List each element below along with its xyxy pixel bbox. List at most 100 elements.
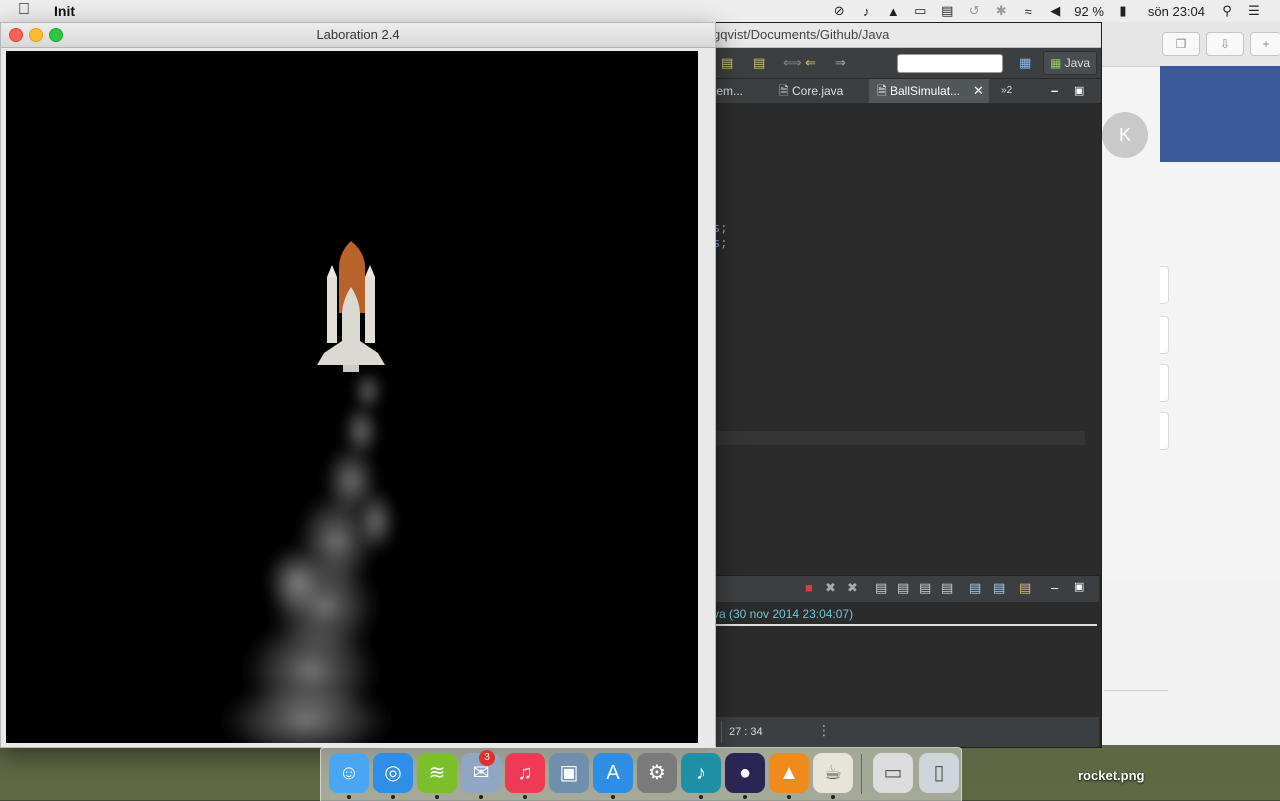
safari-icon[interactable]: ◎ — [373, 753, 413, 793]
desktop-file-label[interactable]: rocket.png — [1078, 768, 1144, 783]
annotation-icon[interactable]: ▤ — [753, 55, 765, 71]
tab-overflow[interactable]: »2 — [993, 79, 1020, 103]
dock: ☺ ◎ ≋ ✉ 3 ♫ ▣ A ⚙ ♪ ● ▲ ☕ ▭ ▯ — [320, 747, 962, 801]
memory-icon[interactable]: ▤ — [939, 3, 955, 19]
display-console-icon[interactable]: ▤ — [969, 580, 981, 596]
app-store-icon[interactable]: A — [593, 753, 633, 793]
itunes-icon[interactable]: ♫ — [505, 753, 545, 793]
editor-tabs: tem... 🗎 Core.java 🗎 BallSimulat... ✕ »2… — [701, 79, 1101, 104]
minimize-window-button[interactable] — [29, 28, 43, 42]
avatar[interactable]: K — [1102, 112, 1148, 158]
eclipse-title-path: gqvist/Documents/Github/Java — [701, 23, 1101, 48]
remove-all-launches-icon[interactable]: ✖ — [847, 580, 858, 596]
java-perspective-button[interactable]: ▦ Java — [1042, 51, 1097, 75]
browser-window: ❐ ⇩ + K — [1100, 22, 1280, 580]
zoom-window-button[interactable] — [49, 28, 63, 42]
eclipse-window: gqvist/Documents/Github/Java ▤ ▤ ⟺ ⇐ ⇒ ▦… — [700, 22, 1102, 748]
pin-console-icon[interactable]: ▤ — [941, 580, 953, 596]
clear-console-icon[interactable]: ▤ — [875, 580, 887, 596]
browser-widget[interactable] — [1160, 316, 1169, 354]
word-wrap-icon[interactable]: ▤ — [919, 580, 931, 596]
browser-tab-bar: ❐ ⇩ + — [1100, 22, 1280, 67]
smoke-plume — [211, 369, 401, 743]
java-perspective-icon: ▦ — [1049, 56, 1062, 70]
browser-widget[interactable] — [1160, 412, 1169, 450]
tab-core-java[interactable]: 🗎 Core.java — [771, 79, 851, 103]
console-toolbar: ■ ✖ ✖ ▤ ▤ ▤ ▤ ▤ ▤ ▤ – ▣ — [701, 575, 1099, 603]
wifi-icon[interactable]: ≈ — [1020, 4, 1036, 19]
tab-ballsimulat[interactable]: 🗎 BallSimulat... — [869, 79, 989, 103]
running-indicator — [611, 795, 615, 799]
maximize-console-icon[interactable]: ▣ — [1074, 580, 1084, 593]
vlc-icon[interactable]: ▲ — [769, 753, 809, 793]
dock-separator — [861, 754, 862, 794]
music-note-icon[interactable]: ♪ — [858, 4, 874, 19]
java-file-icon: 🗎 — [877, 84, 887, 98]
running-indicator — [347, 795, 351, 799]
maximize-editor-icon[interactable]: ▣ — [1074, 79, 1084, 103]
volume-icon[interactable]: ◀ — [1047, 3, 1063, 19]
laboration-window: Laboration 2.4 — [0, 22, 716, 748]
music-helper-icon[interactable]: ♪ — [681, 753, 721, 793]
spotify-icon[interactable]: ≋ — [417, 753, 457, 793]
eclipse-icon[interactable]: ● — [725, 753, 765, 793]
back-history-icon[interactable]: ⟺ — [783, 55, 802, 71]
downloads-stack-icon[interactable]: ▭ — [873, 753, 913, 793]
remove-launch-icon[interactable]: ✖ — [825, 580, 836, 596]
iphoto-icon[interactable]: ▣ — [549, 753, 589, 793]
battery-icon[interactable]: ▮ — [1115, 3, 1131, 19]
back-arrow-icon[interactable]: ⇐ — [805, 55, 816, 71]
running-indicator — [743, 795, 747, 799]
menu-bar:  Init ⊘ ♪ ▲ ▭ ▤ ↺ ✱ ≈ ◀ 92 % ▮ sön 23:0… — [0, 0, 1280, 23]
battery-percent[interactable]: 92 % — [1074, 4, 1104, 19]
minimize-editor-icon[interactable]: – — [1051, 79, 1058, 103]
running-indicator — [831, 795, 835, 799]
space-shuttle — [317, 241, 385, 372]
console-view[interactable]: va (30 nov 2014 23:04:07) — [701, 602, 1099, 716]
browser-lower-area — [1100, 580, 1280, 745]
open-file-icon[interactable]: ▤ — [721, 55, 733, 71]
spotlight-icon[interactable]: ⚲ — [1219, 3, 1235, 19]
browser-widget[interactable] — [1160, 364, 1169, 402]
status-bar: 27 : 34 ⋮ — [701, 717, 1099, 747]
status-more-icon[interactable]: ⋮ — [817, 722, 831, 739]
open-console-icon[interactable]: ▤ — [993, 580, 1005, 596]
running-indicator — [435, 795, 439, 799]
new-tab-button[interactable]: + — [1250, 32, 1280, 56]
browser-widget[interactable] — [1160, 266, 1169, 304]
bluetooth-icon[interactable]: ✱ — [993, 3, 1009, 19]
open-perspective-icon[interactable]: ▦ — [1019, 55, 1031, 71]
minimize-console-icon[interactable]: – — [1051, 580, 1058, 595]
code-editor[interactable]: s; s; — [701, 103, 1099, 561]
duplicate-tab-button[interactable]: ❐ — [1162, 32, 1200, 56]
finder-icon[interactable]: ☺ — [329, 753, 369, 793]
trash-icon[interactable]: ▯ — [919, 753, 959, 793]
cursor-position: 27 : 34 — [729, 726, 763, 738]
console-launch-label: va (30 nov 2014 23:04:07) — [713, 607, 854, 621]
menu-clock[interactable]: sön 23:04 — [1148, 4, 1205, 19]
eclipse-toolbar: ▤ ▤ ⟺ ⇐ ⇒ ▦ ▦ Java — [701, 48, 1101, 79]
running-indicator — [391, 795, 395, 799]
terminate-icon[interactable]: ■ — [805, 580, 813, 595]
quick-access-input[interactable] — [897, 54, 1003, 73]
notification-center-icon[interactable]: ☰ — [1246, 3, 1262, 19]
java-icon[interactable]: ☕ — [813, 753, 853, 793]
apple-icon[interactable]:  — [18, 1, 30, 19]
google-drive-icon[interactable]: ▲ — [885, 4, 901, 19]
time-machine-icon[interactable]: ↺ — [966, 3, 982, 19]
scroll-lock-icon[interactable]: ▤ — [897, 580, 909, 596]
console-divider — [713, 624, 1097, 626]
forward-arrow-icon[interactable]: ⇒ — [835, 55, 846, 71]
airplay-icon[interactable]: ▭ — [912, 3, 928, 19]
close-window-button[interactable] — [9, 28, 23, 42]
system-preferences-icon[interactable]: ⚙ — [637, 753, 677, 793]
close-tab-icon[interactable]: ✕ — [973, 79, 984, 103]
menu-app-name[interactable]: Init — [54, 3, 75, 19]
new-console-icon[interactable]: ▤ — [1019, 580, 1031, 596]
menu-extras: ⊘ ♪ ▲ ▭ ▤ ↺ ✱ ≈ ◀ 92 % ▮ sön 23:04 ⚲ ☰ — [831, 0, 1280, 22]
running-indicator — [787, 795, 791, 799]
sync-icon[interactable]: ⊘ — [831, 3, 847, 19]
simulation-canvas[interactable] — [6, 51, 698, 743]
current-line-highlight — [701, 431, 1085, 445]
download-button[interactable]: ⇩ — [1206, 32, 1244, 56]
